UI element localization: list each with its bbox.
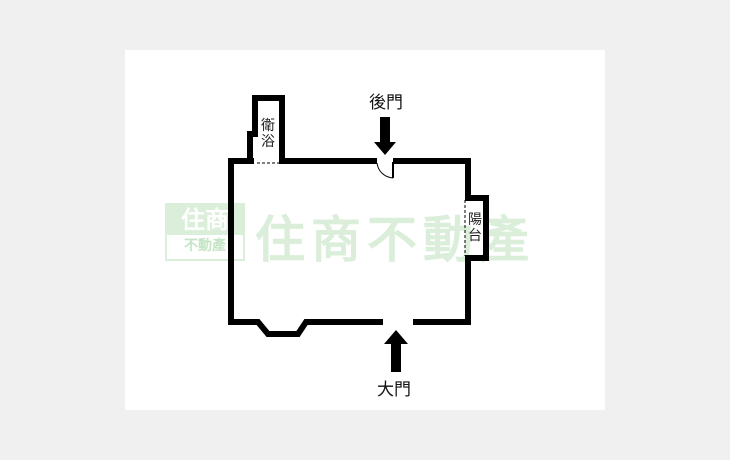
back-door-label: 後門	[369, 93, 403, 113]
front-door-arrow-icon	[384, 330, 408, 372]
wall-left-top	[228, 158, 383, 337]
back-door-arrow-icon	[374, 117, 396, 155]
balcony-label: 陽台	[468, 212, 482, 245]
front-door-label: 大門	[377, 380, 411, 400]
floor-plan	[228, 95, 489, 372]
back-door-swing	[376, 162, 394, 179]
bathroom-label: 衛浴	[261, 118, 275, 151]
